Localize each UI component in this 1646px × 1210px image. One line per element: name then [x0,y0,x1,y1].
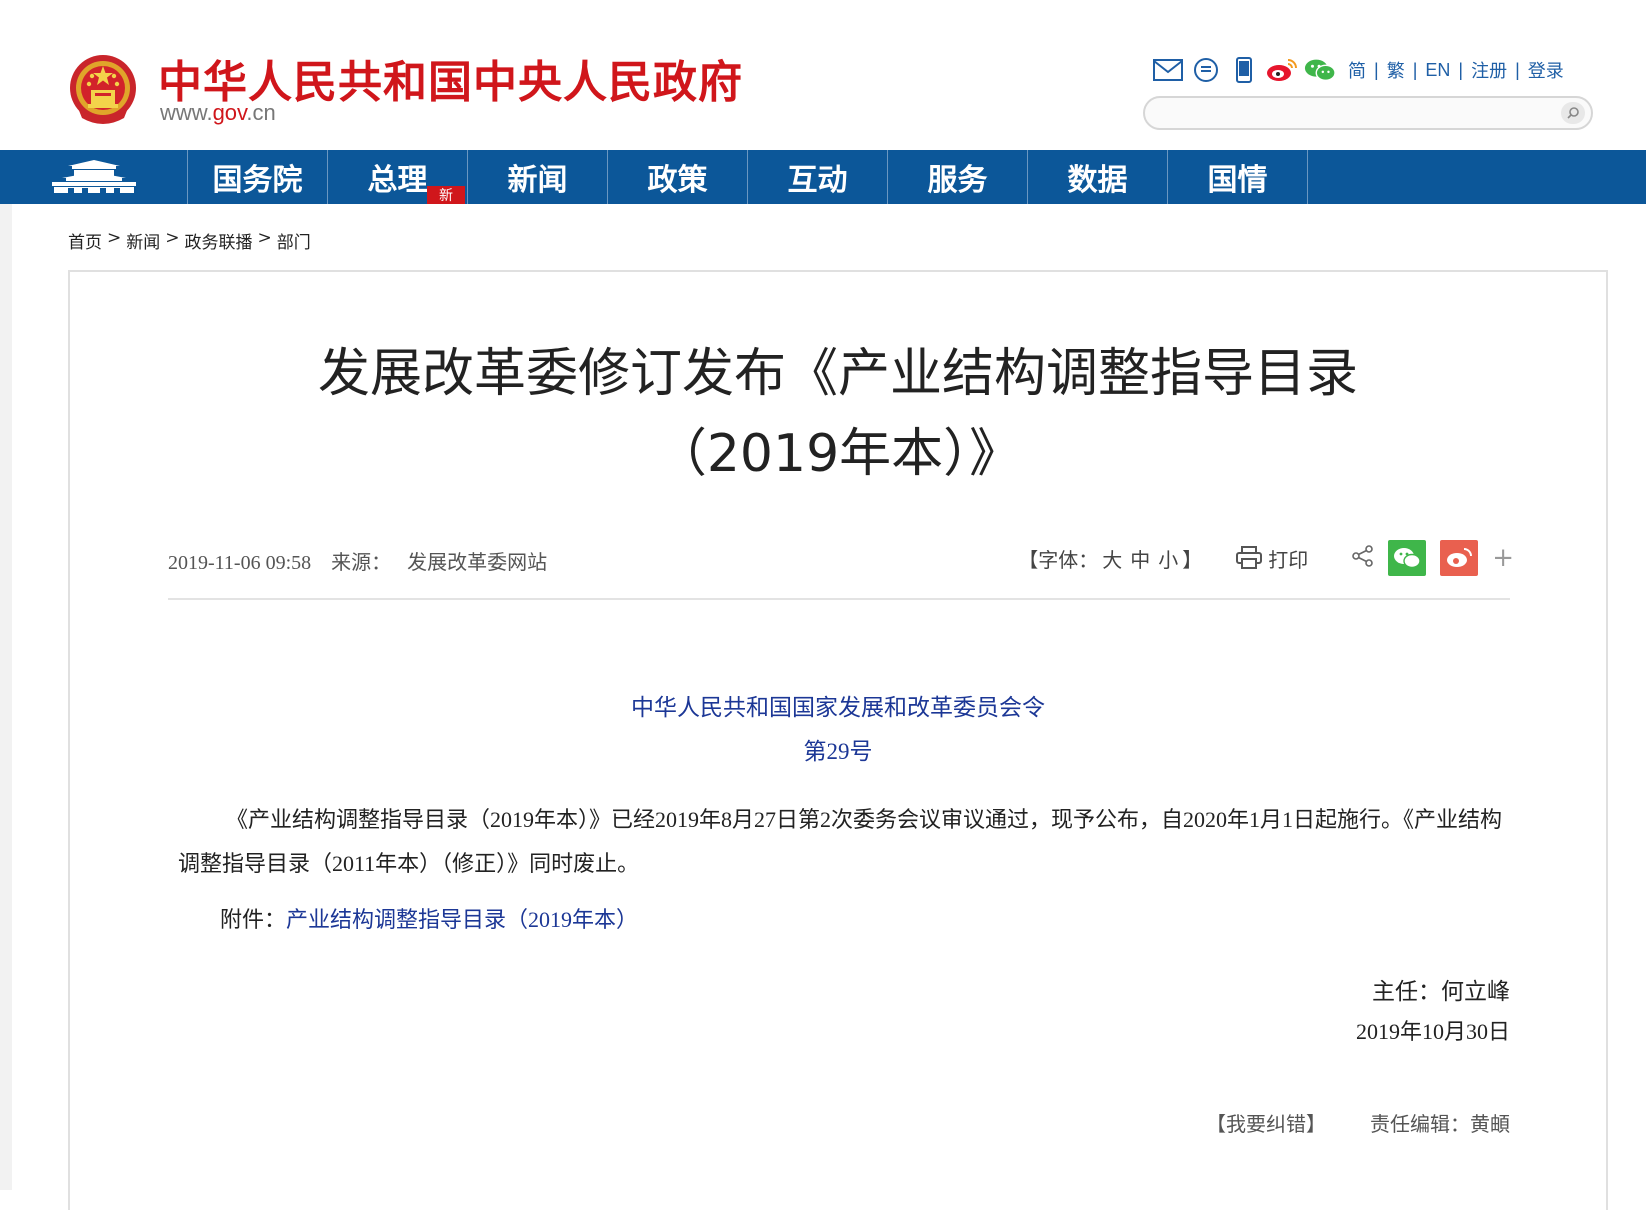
breadcrumb: 首页 > 新闻 > 政务联播 > 部门 [68,228,311,253]
share-wechat-icon[interactable] [1388,540,1427,576]
search-icon[interactable] [1561,102,1585,124]
new-badge: 新 [427,186,465,204]
nav-items: 国务院 总理新 新闻 政策 互动 服务 数据 国情 [188,150,1308,204]
nav-label: 国情 [1207,163,1268,198]
breadcrumb-news[interactable]: 新闻 [126,228,160,253]
article-title: 发展改革委修订发布《产业结构调整指导目录 （2019年本）》 [70,334,1606,494]
message-icon[interactable] [1190,56,1222,84]
top-toolbar: 简 | 繁 | EN | 注册 | 登录 [1152,54,1564,86]
url-suffix: .cn [246,100,276,125]
nav-label: 政策 [647,163,708,198]
article-footer: 【我要纠错】 责任编辑：黄頔 [1206,1108,1510,1137]
nav-label: 总理 [367,163,428,198]
mobile-icon[interactable] [1228,56,1260,84]
site-header: 中华人民共和国中央人民政府 www.gov.cn 简 | 繁 | EN | 注册… [0,0,1646,150]
nav-item-premier[interactable]: 总理新 [328,150,468,204]
decree-title: 中华人民共和国国家发展和改革委员会令 [631,695,1045,720]
breadcrumb-departments[interactable]: 部门 [277,228,311,253]
breadcrumb-home[interactable]: 首页 [68,228,102,253]
nav-item-national-info[interactable]: 国情 [1168,150,1308,204]
lang-traditional-link[interactable]: 繁 [1387,57,1405,83]
article-tools: 【字体： 大 中 小 】 打印 + [1018,538,1514,578]
nav-label: 服务 [927,163,988,198]
printer-icon [1236,546,1263,569]
lang-simplified-link[interactable]: 简 [1348,57,1366,83]
search-input[interactable] [1143,96,1593,130]
attachment-row: 附件：产业结构调整指导目录（2019年本） [220,902,638,934]
wechat-icon[interactable] [1304,56,1336,84]
main-nav: 国务院 总理新 新闻 政策 互动 服务 数据 国情 [0,150,1646,204]
font-size-end: 】 [1182,547,1203,572]
print-button[interactable]: 打印 [1236,544,1308,573]
source-label: 来源： [331,552,392,574]
register-link[interactable]: 注册 [1471,57,1507,83]
separator: | [1515,59,1520,80]
breadcrumb-separator: > [107,228,122,248]
font-size-label: 【字体： [1018,547,1099,572]
report-error-link[interactable]: 【我要纠错】 [1206,1108,1326,1137]
weibo-icon[interactable] [1266,56,1298,84]
site-url: www.gov.cn [160,100,276,126]
editor-credit: 责任编辑：黄頔 [1370,1112,1510,1136]
article-title-line2: （2019年本）》 [654,424,1022,484]
lang-english-link[interactable]: EN [1425,60,1450,81]
nav-item-news[interactable]: 新闻 [468,150,608,204]
breadcrumb-separator: > [165,228,180,248]
language-links: 简 | 繁 | EN | 注册 | 登录 [1348,57,1564,83]
signature: 主任：何立峰 [1372,979,1510,1004]
attachment-label: 附件： [220,907,287,932]
national-emblem-icon[interactable] [68,52,138,126]
publish-date: 2019-11-06 09:58 [168,552,312,574]
breadcrumb-separator: > [257,228,272,248]
mail-icon[interactable] [1152,56,1184,84]
nav-item-data[interactable]: 数据 [1028,150,1168,204]
separator: | [1374,59,1379,80]
login-link[interactable]: 登录 [1528,57,1564,83]
article-panel: 发展改革委修订发布《产业结构调整指导目录 （2019年本）》 2019-11-0… [68,270,1608,1210]
font-size-medium[interactable]: 中 [1130,544,1150,573]
sign-date: 2019年10月30日 [1355,1019,1510,1044]
nav-item-services[interactable]: 服务 [888,150,1028,204]
nav-item-interaction[interactable]: 互动 [748,150,888,204]
url-prefix: www. [160,100,213,125]
more-share-icon[interactable]: + [1492,543,1514,573]
font-size-small[interactable]: 小 [1158,544,1178,573]
separator: | [1458,59,1464,80]
attachment-link[interactable]: 产业结构调整指导目录（2019年本） [286,907,638,932]
source-value: 发展改革委网站 [407,552,548,574]
nav-home-tiananmen-icon[interactable] [0,150,188,204]
nav-label: 国务院 [212,163,303,198]
breadcrumb-gov-affairs[interactable]: 政务联播 [185,228,253,253]
url-accent: gov [212,100,247,125]
article-meta: 2019-11-06 09:58 来源： 发展改革委网站 [168,546,547,575]
nav-item-policy[interactable]: 政策 [608,150,748,204]
decree-number: 第29号 [803,739,873,764]
article-title-line1: 发展改革委修订发布《产业结构调整指导目录 [317,344,1358,404]
font-size-large[interactable]: 大 [1102,544,1122,573]
nav-label: 数据 [1067,163,1128,198]
share-icon[interactable] [1352,544,1374,572]
left-margin-strip [0,204,12,1190]
print-label: 打印 [1268,547,1309,572]
nav-item-state-council[interactable]: 国务院 [188,150,328,204]
nav-label: 新闻 [507,163,568,198]
share-bar: + [1352,540,1514,576]
nav-label: 互动 [787,163,848,198]
share-weibo-icon[interactable] [1440,540,1479,576]
separator: | [1412,59,1418,80]
divider [168,598,1510,600]
article-paragraph: 《产业结构调整指导目录（2019年本）》已经2019年8月27日第2次委务会议审… [178,807,1503,876]
